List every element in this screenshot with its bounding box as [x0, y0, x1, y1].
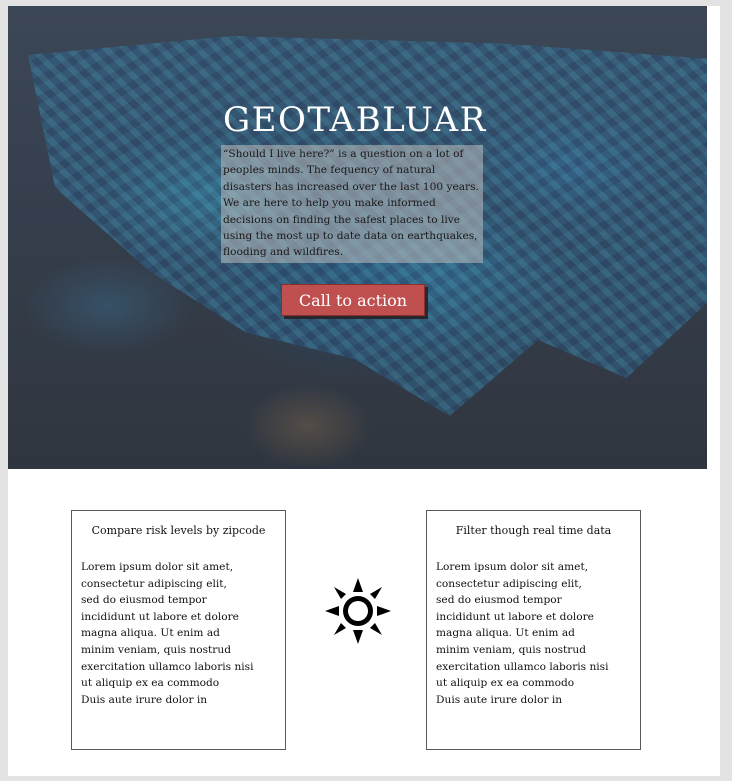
hero-title: GEOTABLUAR — [223, 100, 487, 140]
sun-icon — [325, 578, 391, 644]
feature-card-title: Filter though real time data — [455, 524, 612, 537]
page: GEOTABLUAR “Should I live here?” is a qu… — [8, 6, 720, 776]
feature-card-title: Compare risk levels by zipcode — [91, 524, 266, 537]
feature-card-realtime: Filter though real time data Lorem ipsum… — [426, 510, 641, 750]
feature-card-zipcode: Compare risk levels by zipcode Lorem ips… — [71, 510, 286, 750]
feature-card-body: Lorem ipsum dolor sit amet, consectetur … — [436, 561, 609, 706]
call-to-action-button[interactable]: Call to action — [281, 284, 425, 316]
hero-description: “Should I live here?” is a question on a… — [221, 145, 483, 263]
feature-card-body: Lorem ipsum dolor sit amet, consectetur … — [81, 561, 254, 706]
hero-section: GEOTABLUAR “Should I live here?” is a qu… — [8, 6, 707, 469]
